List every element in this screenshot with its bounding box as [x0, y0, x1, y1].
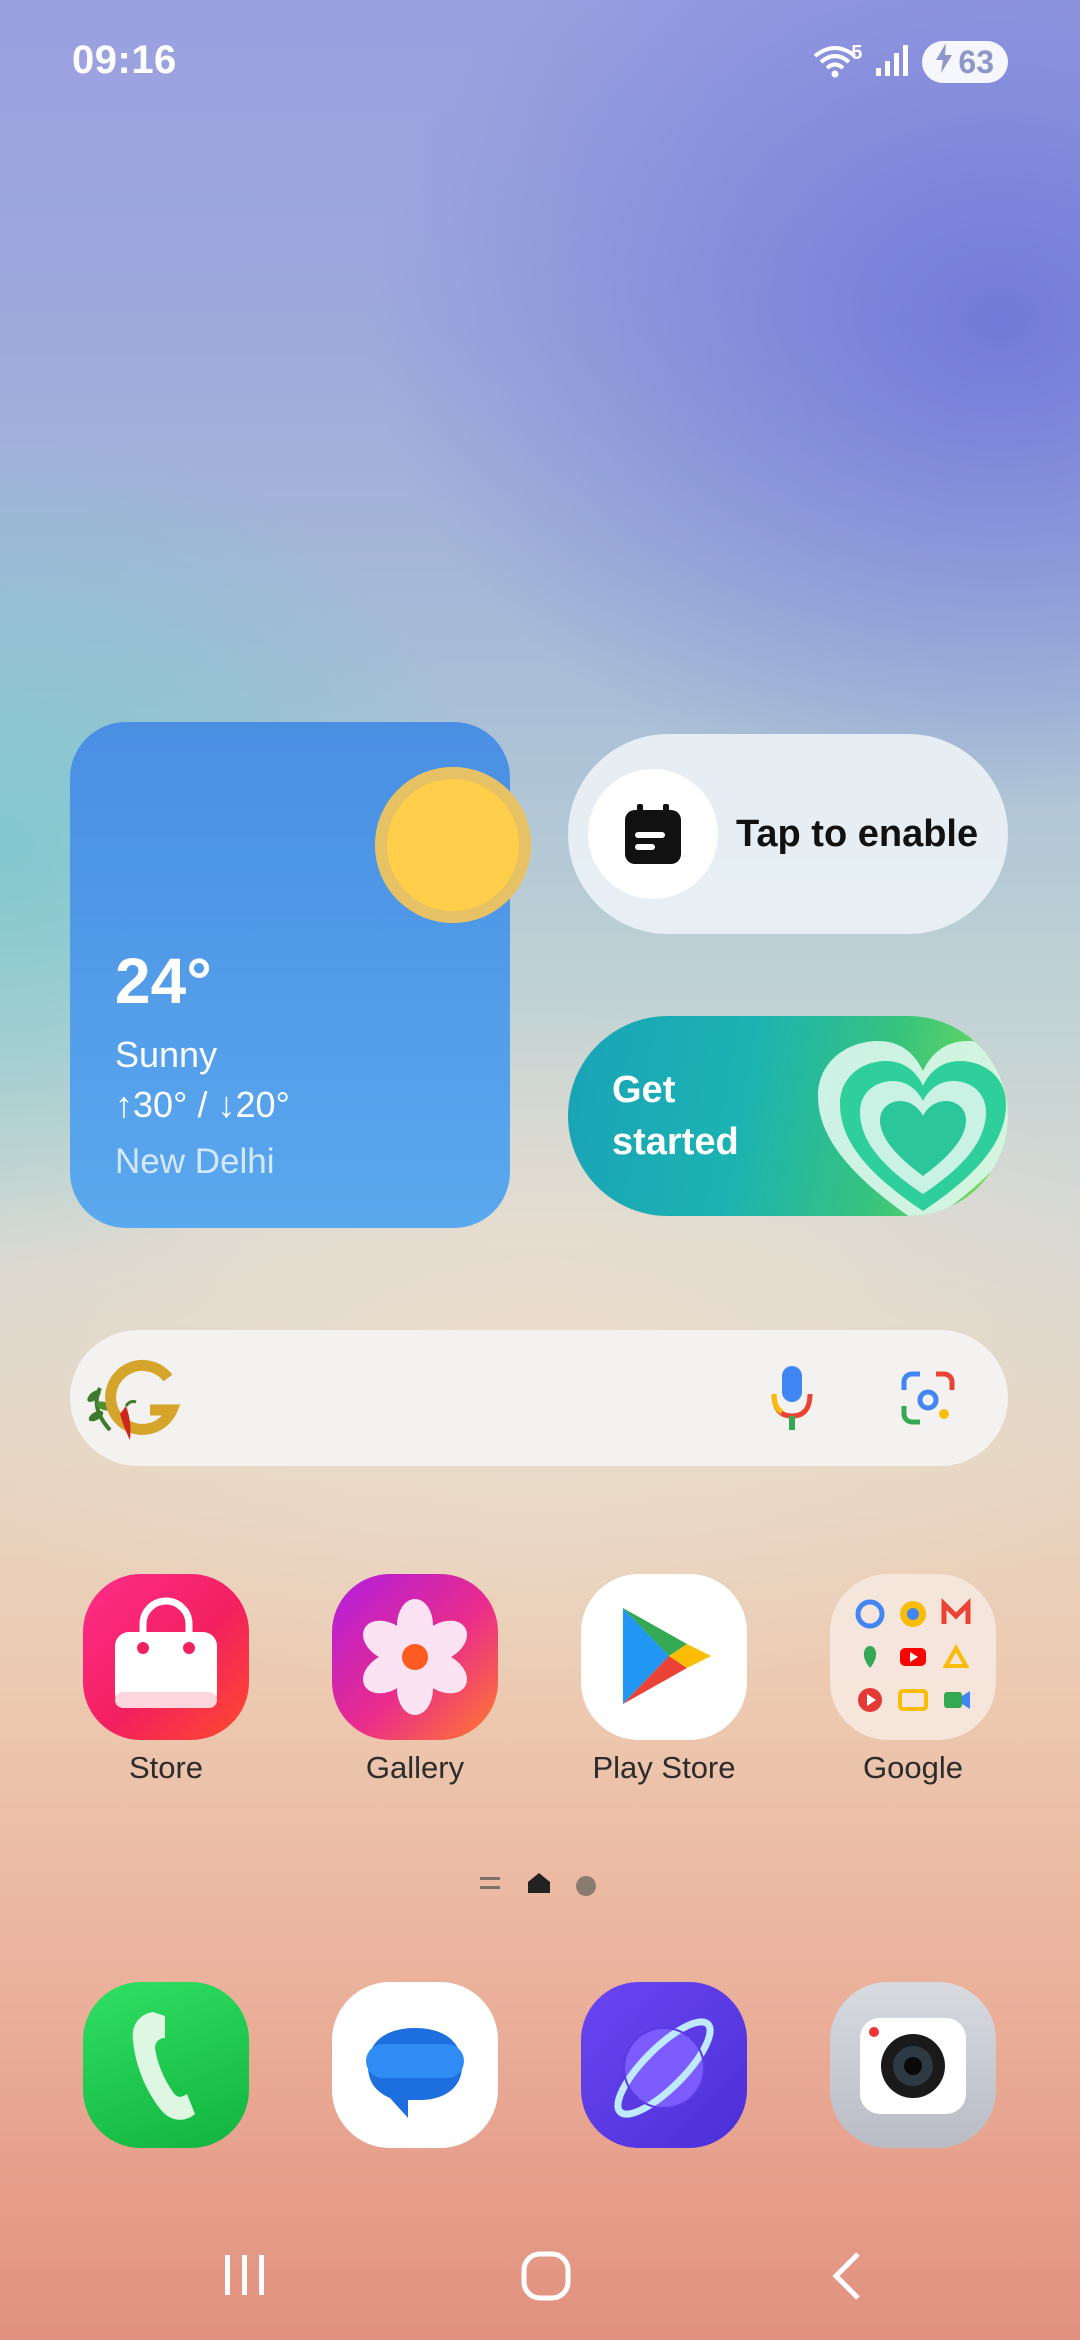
get-started-label: Get started	[612, 1064, 812, 1168]
dock-phone[interactable]	[66, 1982, 266, 2148]
get-started-line1: Get	[612, 1069, 676, 1111]
app-play-store[interactable]: Play Store	[564, 1574, 764, 1786]
app-folder-google[interactable]: Google	[813, 1574, 1013, 1786]
health-heart-icon	[808, 1026, 1008, 1216]
play-store-icon	[581, 1574, 747, 1740]
phone-icon	[83, 1982, 249, 2148]
back-button[interactable]	[828, 2250, 868, 2307]
dock-internet[interactable]	[564, 1982, 764, 2148]
page-dot	[576, 1875, 596, 1896]
tap-to-enable-label: Tap to enable	[736, 812, 979, 855]
sun-icon	[375, 767, 531, 923]
app-gallery[interactable]: Gallery	[315, 1574, 515, 1786]
recents-button[interactable]	[220, 2250, 270, 2305]
app-label: Play Store	[592, 1750, 736, 1785]
tap-to-enable-widget[interactable]: Tap to enable	[568, 734, 1008, 934]
app-label: Store	[128, 1750, 204, 1785]
store-bag-icon	[83, 1574, 249, 1740]
back-icon	[828, 2252, 868, 2306]
page-indicator[interactable]	[478, 1870, 596, 1901]
get-started-line2: started	[612, 1121, 739, 1163]
calendar-icon	[588, 769, 718, 899]
weather-temp: 24°	[115, 945, 212, 1017]
weather-range: ↑30° / ↓20°	[115, 1084, 290, 1125]
messages-icon	[332, 1982, 498, 2148]
battery-level: 63	[958, 43, 994, 80]
app-store[interactable]: Store	[66, 1574, 266, 1786]
home-icon	[520, 2251, 572, 2306]
status-time: 09:16	[72, 38, 177, 82]
status-icons: 5 63	[811, 40, 1008, 84]
recents-icon	[220, 2255, 270, 2304]
dock-camera[interactable]	[813, 1982, 1013, 2148]
home-page-icon	[526, 1870, 552, 1901]
google-folder-icon	[830, 1574, 996, 1740]
weather-condition: Sunny	[115, 1034, 218, 1075]
voice-search-icon[interactable]	[770, 1364, 814, 1437]
app-label: Google	[863, 1750, 963, 1785]
charging-icon	[934, 43, 954, 81]
google-search-bar[interactable]	[70, 1330, 1008, 1466]
weather-city: New Delhi	[115, 1142, 275, 1181]
get-started-widget[interactable]: Get started	[568, 1016, 1008, 1216]
camera-icon	[830, 1982, 996, 2148]
wifi-badge: 5	[851, 41, 863, 64]
home-button[interactable]	[520, 2250, 572, 2307]
menu-lines-icon	[478, 1873, 502, 1898]
battery-indicator: 63	[922, 41, 1008, 83]
internet-icon	[581, 1982, 747, 2148]
app-label: Gallery	[365, 1750, 465, 1785]
gallery-flower-icon	[332, 1574, 498, 1740]
google-doodle-icon[interactable]	[80, 1348, 190, 1453]
dock-messages[interactable]	[315, 1982, 515, 2148]
google-lens-icon[interactable]	[900, 1370, 956, 1431]
weather-widget[interactable]: 24° Sunny ↑30° / ↓20° New Delhi	[70, 722, 531, 1228]
signal-icon	[874, 42, 910, 83]
